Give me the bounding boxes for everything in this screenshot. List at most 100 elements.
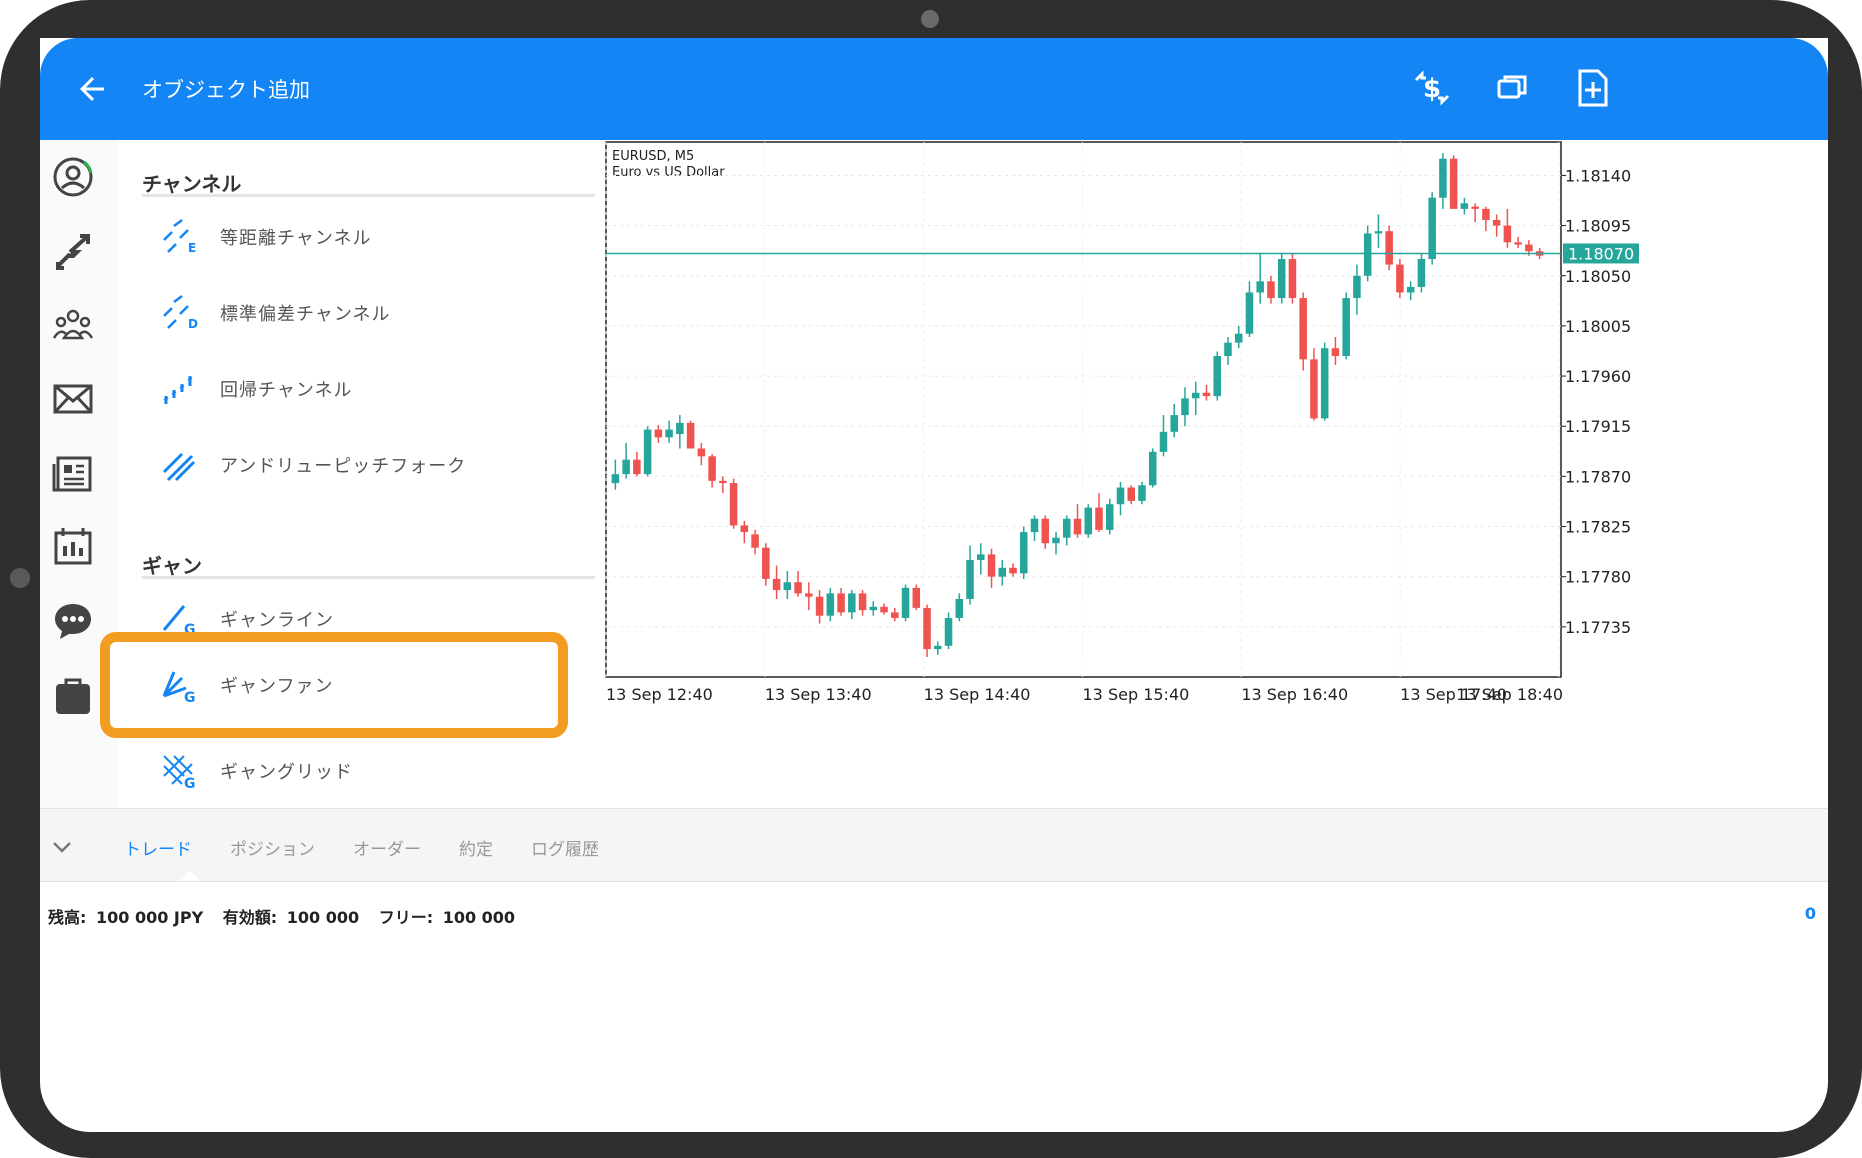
candle-body: [783, 582, 792, 591]
candle-body: [772, 578, 781, 591]
x-tick-label: 13 Sep 14:40: [924, 685, 1031, 704]
chevron-down-icon[interactable]: [50, 835, 74, 859]
free-margin-label: フリー:: [378, 908, 434, 927]
candle-body: [1148, 451, 1157, 486]
candle-body: [1127, 487, 1135, 501]
candle-body: [891, 612, 899, 618]
tab-deals[interactable]: 約定: [459, 835, 493, 860]
candle-body: [633, 459, 641, 475]
y-tick-label: 1.17915: [1565, 417, 1631, 436]
candle-body: [1396, 264, 1404, 293]
list-item-equidistant-channel[interactable]: E 等距離チャンネル: [118, 198, 605, 274]
chat-icon[interactable]: [50, 598, 96, 644]
gann-line-icon: G: [162, 605, 196, 636]
candle-body: [1363, 233, 1372, 276]
toolbox-tabs: トレード ポジション オーダー 約定 ログ履歴: [40, 808, 1828, 882]
windows-icon[interactable]: [1490, 66, 1534, 110]
candle-body: [1288, 259, 1297, 299]
currency-exchange-icon[interactable]: $: [1410, 66, 1454, 110]
candle-body: [1084, 507, 1093, 535]
candle-body: [1267, 281, 1275, 299]
trade-arrows-icon[interactable]: [50, 228, 96, 274]
candle-body: [622, 459, 630, 475]
candle-body: [676, 422, 684, 435]
x-tick-label: 13 Sep 16:40: [1241, 685, 1348, 704]
candle-body: [1406, 286, 1415, 293]
device-frame: オブジェクト追加 $ チャンネル E 等距離チャンネル D 標準偏差チャンネル …: [0, 0, 1862, 1158]
chart-area[interactable]: EURUSD, M5 Euro vs US Dollar 1.18140 1.18…: [605, 140, 1828, 808]
mail-icon[interactable]: [50, 376, 96, 422]
y-tick-label: 1.18005: [1565, 317, 1631, 336]
candle-body: [1277, 259, 1286, 299]
candle-body: [1460, 203, 1469, 209]
candle-body: [1062, 518, 1071, 538]
back-arrow-icon[interactable]: [74, 71, 110, 107]
plot-frame: [605, 141, 1562, 678]
svg-text:G: G: [184, 690, 196, 702]
news-icon[interactable]: [50, 450, 96, 496]
tab-trade[interactable]: トレード: [124, 835, 192, 860]
gann-fan-icon: G: [162, 671, 196, 702]
candle-body: [1138, 485, 1146, 501]
tab-log-history[interactable]: ログ履歴: [531, 835, 599, 860]
y-tick-label: 1.18095: [1565, 217, 1631, 236]
candle-body: [826, 593, 835, 616]
candle-body: [1385, 231, 1393, 265]
candle-body: [708, 456, 716, 481]
community-icon[interactable]: [50, 302, 96, 348]
section-divider: [142, 194, 595, 197]
candle-body: [977, 554, 985, 560]
candle-body: [729, 483, 738, 526]
candle-body: [805, 593, 813, 597]
candle-body: [1525, 244, 1533, 252]
candle-body: [719, 480, 727, 484]
candle-body: [1449, 158, 1458, 209]
equity-label: 有効額:: [222, 908, 278, 927]
candle-body: [1342, 298, 1350, 356]
tab-orders[interactable]: オーダー: [353, 835, 421, 860]
active-tab-indicator: [180, 871, 200, 881]
y-tick-label: 1.17870: [1565, 467, 1631, 486]
candle-body: [697, 448, 706, 457]
list-item-gann-fan[interactable]: G ギャンファン: [118, 646, 605, 722]
x-tick-label: 13 Sep 13:40: [765, 685, 872, 704]
candle-body: [1213, 356, 1221, 397]
candlestick-chart[interactable]: EURUSD, M5 Euro vs US Dollar 1.18140 1.18…: [605, 140, 1828, 808]
candle-body: [1052, 537, 1060, 544]
candle-body: [1181, 398, 1189, 416]
list-item-gann-grid[interactable]: G ギャングリッド: [118, 732, 605, 808]
candle-body: [837, 593, 845, 613]
candle-body: [1310, 359, 1318, 419]
market-bag-icon[interactable]: [50, 672, 96, 718]
list-item-stddev-channel[interactable]: D 標準偏差チャンネル: [118, 274, 605, 350]
free-margin-value: 100 000: [442, 908, 516, 927]
add-document-icon[interactable]: [1570, 66, 1614, 110]
candle-body: [1482, 208, 1490, 221]
app-screen: オブジェクト追加 $ チャンネル E 等距離チャンネル D 標準偏差チャンネル …: [40, 38, 1828, 1132]
candle-body: [1320, 348, 1329, 419]
candle-body: [998, 567, 1007, 577]
app-bar: オブジェクト追加 $: [40, 38, 1828, 140]
chart-symbol: EURUSD, M5: [612, 149, 694, 164]
candle-body: [1353, 275, 1361, 299]
list-item-label: 等距離チャンネル: [220, 228, 372, 249]
tab-positions[interactable]: ポジション: [230, 835, 315, 860]
candle-body: [815, 596, 824, 616]
account-icon[interactable]: [50, 154, 96, 200]
list-item-andrews-pitchfork[interactable]: アンドリューピッチフォーク: [118, 426, 605, 502]
candle-body: [643, 429, 652, 475]
candle-body: [1030, 518, 1039, 533]
andrews-pitchfork-icon: [162, 452, 196, 482]
list-item-regression-channel[interactable]: 回帰チャンネル: [118, 350, 605, 426]
candle-body: [762, 547, 770, 579]
list-item-label: 回帰チャンネル: [220, 380, 353, 401]
candle-body: [1299, 298, 1307, 360]
economic-calendar-icon[interactable]: [50, 524, 96, 570]
candle-body: [880, 606, 888, 613]
candle-body: [923, 607, 931, 650]
gann-grid-icon: G: [163, 755, 196, 788]
candle-body: [848, 593, 856, 613]
x-tick-label: 13 Sep 12:40: [606, 685, 713, 704]
candle-body: [1234, 333, 1243, 343]
candle-body: [665, 429, 673, 438]
